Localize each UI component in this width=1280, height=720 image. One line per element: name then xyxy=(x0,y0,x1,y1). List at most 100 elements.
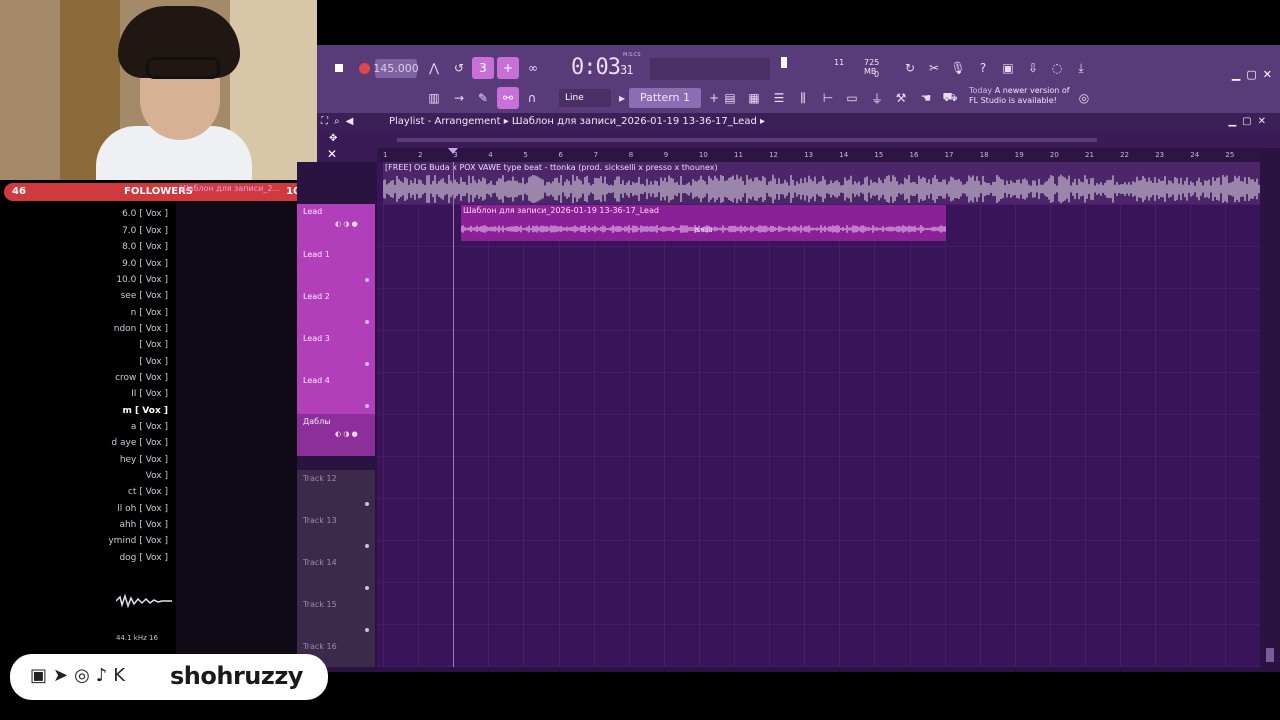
browser-item[interactable]: see [ Vox ] xyxy=(121,291,168,301)
ruler-tick: 4 xyxy=(488,151,493,159)
track-header-lead[interactable]: Lead ◐ ◑ ● xyxy=(297,204,375,246)
pencil-icon[interactable]: ✎ xyxy=(472,87,494,109)
tempo-display[interactable]: 145.000 xyxy=(373,59,419,78)
browser-item[interactable]: crow [ Vox ] xyxy=(115,373,168,383)
globe-icon[interactable]: ◎ xyxy=(1073,87,1095,109)
download-icon[interactable]: ⤓ xyxy=(1070,57,1092,79)
playlist-icon[interactable]: ▤ xyxy=(719,87,741,109)
chat-icon[interactable]: ◌ xyxy=(1046,57,1068,79)
piano-roll-icon[interactable]: ▦ xyxy=(743,87,765,109)
snap-select[interactable]: Line xyxy=(559,89,611,107)
browser-item-selected[interactable]: m [ Vox ] xyxy=(123,406,168,416)
browser-item[interactable]: ndon [ Vox ] xyxy=(114,324,168,334)
browser-item[interactable]: ct [ Vox ] xyxy=(128,487,168,497)
news-panel[interactable]: Today A newer version of FL Studio is av… xyxy=(969,86,1087,110)
horizontal-scrollbar[interactable] xyxy=(317,667,1280,672)
vertical-scrollbar[interactable] xyxy=(1260,148,1280,667)
close-x-icon[interactable]: ✕ xyxy=(327,147,337,161)
followers-current: 46 xyxy=(12,186,26,197)
time-main: 0:03 xyxy=(571,55,621,80)
mixer-icon[interactable]: ⫼ xyxy=(792,87,814,109)
link-icon[interactable]: ⚯ xyxy=(497,87,519,109)
track-controls[interactable]: ◐ ◑ ● xyxy=(335,430,358,438)
browser-item[interactable]: 9.0 [ Vox ] xyxy=(122,259,168,269)
help-icon[interactable]: ? xyxy=(972,57,994,79)
track-header-lead-2[interactable]: Lead 2 xyxy=(297,288,375,330)
browser-item[interactable]: dog [ Vox ] xyxy=(119,553,168,563)
folder-icon[interactable]: ▭ xyxy=(841,87,863,109)
browser-item[interactable]: [ Vox ] xyxy=(139,357,168,367)
track-header-14[interactable]: Track 14 xyxy=(297,554,375,596)
loop-record-icon[interactable]: ∞ xyxy=(522,57,544,79)
track-header-15[interactable]: Track 15 xyxy=(297,596,375,638)
toolbar-row-2: ▥ → ✎ ⚯ ∩ Line ▸ Pattern 1 + ▤ ▦ ☰ ⫼ ⊢ ▭… xyxy=(317,85,1280,111)
audio-clip-lead[interactable]: Шаблон для записи_2026-01-19 13-36-17_Le… xyxy=(461,205,946,241)
bar-line xyxy=(1155,162,1157,667)
countdown-icon[interactable]: 3 xyxy=(472,57,494,79)
bar-line xyxy=(1190,162,1192,667)
track-header-12[interactable]: Track 12 xyxy=(297,470,375,512)
browser-item[interactable]: d aye [ Vox ] xyxy=(111,438,168,448)
track-header-dably[interactable]: Даблы ◐ ◑ ● xyxy=(297,414,375,456)
browser-item[interactable]: 7.0 [ Vox ] xyxy=(122,226,168,236)
channel-rack-icon[interactable]: ☰ xyxy=(768,87,790,109)
metronome-icon[interactable]: ⋀ xyxy=(423,57,445,79)
move-arrows-icon[interactable]: ✥ xyxy=(329,133,337,144)
timeline-ruler[interactable]: 1 2 3 4 5 6 7 8 9 10 11 12 13 14 15 16 17 18 19 20 21 22 23 24 2… xyxy=(377,148,1260,162)
playlist-window-controls[interactable]: ▁▢✕ xyxy=(1228,113,1272,130)
scroll-thumb[interactable] xyxy=(1266,648,1274,662)
track-header-lead-4[interactable]: Lead 4 xyxy=(297,372,375,414)
browser-item[interactable]: hey [ Vox ] xyxy=(120,455,168,465)
track-controls[interactable]: ◐ ◑ ● xyxy=(335,220,358,228)
browser-item[interactable]: [ Vox ] xyxy=(139,340,168,350)
save-icon[interactable]: ▣ xyxy=(997,57,1019,79)
cut-icon[interactable]: ✂ xyxy=(923,57,945,79)
track-row-line xyxy=(377,498,1260,499)
mic-icon[interactable]: 🎙 xyxy=(947,57,969,79)
hand-icon[interactable]: ☚ xyxy=(915,87,937,109)
browser-item[interactable]: Vox ] xyxy=(146,471,168,481)
ruler-tick: 10 xyxy=(698,151,708,159)
track-row-line xyxy=(377,540,1260,541)
playlist-overview[interactable] xyxy=(317,130,1280,148)
undo-icon[interactable]: ↻ xyxy=(899,57,921,79)
browser-item[interactable]: ll oh [ Vox ] xyxy=(117,504,168,514)
arrow-right-icon[interactable]: → xyxy=(448,87,470,109)
wait-input-icon[interactable]: ↺ xyxy=(448,57,470,79)
browser-item[interactable]: 6.0 [ Vox ] xyxy=(122,209,168,219)
browser-item[interactable]: n [ Vox ] xyxy=(131,308,168,318)
track-label: Lead 1 xyxy=(303,250,330,259)
maximize-icon[interactable]: ▢ xyxy=(1246,68,1256,81)
browser-item[interactable]: ymind [ Vox ] xyxy=(108,536,168,546)
step-edit-icon[interactable]: + xyxy=(497,57,519,79)
minimize-icon[interactable]: ▁ xyxy=(1232,68,1240,81)
playlist-tools[interactable]: ⛶⌕◀ xyxy=(321,113,359,130)
audio-clip-beat[interactable]: [FREE] OG Buda x POX VAWE type beat - tt… xyxy=(383,162,1260,204)
stop-button[interactable] xyxy=(329,58,349,78)
arrangement-grid[interactable]: [FREE] OG Buda x POX VAWE type beat - tt… xyxy=(377,162,1260,667)
track-header-lead-1[interactable]: Lead 1 xyxy=(297,246,375,288)
browser-item[interactable]: 8.0 [ Vox ] xyxy=(122,242,168,252)
window-controls: ▁ ▢ ✕ xyxy=(1226,68,1272,81)
render-icon[interactable]: ⇩ xyxy=(1022,57,1044,79)
track-row-line xyxy=(377,372,1260,373)
tree-icon[interactable]: ⊢ xyxy=(817,87,839,109)
browser-item[interactable]: 10.0 [ Vox ] xyxy=(116,275,168,285)
track-header-lead-3[interactable]: Lead 3 xyxy=(297,330,375,372)
ruler-tick: 14 xyxy=(839,151,849,159)
browser-item[interactable]: a [ Vox ] xyxy=(131,422,168,432)
cart-icon[interactable]: ⛟ xyxy=(939,87,961,109)
close-icon[interactable]: ✕ xyxy=(1263,68,1272,81)
playlist-title: Playlist - Arrangement ▸ Шаблон для запи… xyxy=(389,116,766,127)
track-header-13[interactable]: Track 13 xyxy=(297,512,375,554)
magnet-icon[interactable]: ∩ xyxy=(521,87,543,109)
pattern-select[interactable]: Pattern 1 xyxy=(629,88,701,108)
piano-icon[interactable]: ▥ xyxy=(423,87,445,109)
record-button[interactable] xyxy=(354,58,374,78)
tools-icon[interactable]: ⚒ xyxy=(890,87,912,109)
plugin-icon[interactable]: ⏚ xyxy=(866,87,888,109)
time-format-label[interactable]: M:S:CS xyxy=(623,52,641,58)
browser-item[interactable]: ahh [ Vox ] xyxy=(119,520,168,530)
track-row-line xyxy=(377,330,1260,331)
browser-item[interactable]: II [ Vox ] xyxy=(131,389,168,399)
